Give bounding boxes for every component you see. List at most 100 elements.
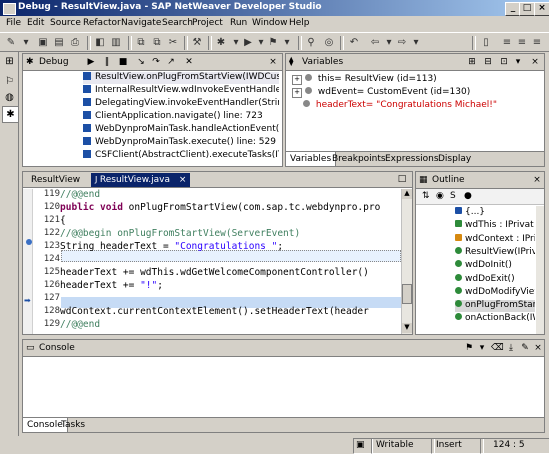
document-icon[interactable]: ▯ [479,36,493,50]
show-type-icon[interactable]: ⊞ [466,56,478,68]
forward-icon[interactable]: ⇨ [395,36,409,50]
dropdown-icon[interactable]: ▾ [382,36,396,50]
pin-icon[interactable]: ✎ [519,342,531,354]
close-view-icon[interactable]: × [267,56,279,68]
new-icon[interactable]: ✎ [4,36,18,50]
close-view-icon[interactable]: × [529,56,541,68]
hide-static-icon[interactable]: S [450,191,456,201]
code-line[interactable]: wdContext.currentContextElement().setHea… [60,306,396,317]
code-line[interactable]: public void onPlugFromStartView(com.sap.… [60,202,396,213]
menu-navigate[interactable]: Navigate [121,18,161,28]
print-icon[interactable]: ⎙ [68,36,82,50]
debug-icon[interactable]: ✱ [214,36,228,50]
scroll-down-icon[interactable]: ▼ [402,323,412,333]
menu-refactor[interactable]: Refactor [83,18,121,28]
java-perspective-icon[interactable]: ⚐ [2,74,17,89]
stack-frame-row[interactable]: ResultView.onPlugFromStartView(IWDCustom… [83,72,279,84]
outline-item[interactable]: onActionBack(IW [455,313,535,325]
dropdown-icon[interactable]: ▾ [280,36,294,50]
code-line[interactable]: headerText += "!"; [60,280,396,291]
clear-console-icon[interactable]: ⌫ [491,342,504,354]
dropdown-icon[interactable]: ▾ [19,36,33,50]
dropdown-icon[interactable]: ▾ [476,342,488,354]
stack-frame-row[interactable]: ClientApplication.navigate() line: 723 [83,111,279,123]
step-into-icon[interactable]: ↘ [135,56,147,68]
open-perspective-icon[interactable]: ⊞ [2,54,17,69]
code-line[interactable]: headerText += wdThis.wdGetWelcomeCompone… [60,267,396,278]
expand-icon[interactable]: + [292,75,302,85]
run-icon[interactable]: ▶ [241,36,255,50]
close-view-icon[interactable]: × [531,174,543,186]
close-button[interactable]: × [534,2,549,16]
scroll-lock-icon[interactable]: ⤓ [505,342,517,354]
code-line[interactable]: //@@begin onPlugFromStartView(ServerEven… [60,228,396,239]
external-tools-icon[interactable]: ⚑ [266,36,280,50]
menu-search[interactable]: Search [162,18,193,28]
close-view-icon[interactable]: × [532,342,544,354]
outline-item[interactable]: ResultView(IPriv [455,246,535,259]
outline-item[interactable]: wdDoModifyView [455,286,535,299]
breakpoint-icon[interactable] [26,239,32,245]
outline-item[interactable]: wdContext : IPri [455,233,535,246]
stack-frame-row[interactable]: InternalResultView.wdInvokeEventHandler(… [83,85,279,97]
scroll-up-icon[interactable]: ▲ [402,189,412,199]
stack-frame-row[interactable]: DelegatingView.invokeEventHandler(String… [83,98,279,110]
view-menu-icon[interactable]: ▾ [512,56,524,68]
save-icon[interactable]: ▣ [36,36,50,50]
deploy-icon[interactable]: ◎ [322,36,336,50]
search-icon[interactable]: ⚲ [304,36,318,50]
outline-item[interactable]: wdDoInit() [455,260,535,272]
outline-item[interactable]: wdThis : IPrivat [455,220,535,232]
dropdown-icon[interactable]: ▾ [409,36,423,50]
code-line[interactable]: { [60,215,396,226]
tab-display[interactable]: Display [434,152,475,166]
hide-fields-icon[interactable]: ◉ [436,191,444,201]
open-type-icon[interactable]: ◧ [93,36,107,50]
step-return-icon[interactable]: ↗ [165,56,177,68]
menu-help[interactable]: Help [289,18,310,28]
save-all-icon[interactable]: ▤ [52,36,66,50]
code-line[interactable]: //@@end [60,189,396,200]
last-edit-icon[interactable]: ↶ [347,36,361,50]
code-line[interactable]: //@@end [60,319,396,330]
collapse-all-icon[interactable]: ⊡ [498,56,510,68]
menu-window[interactable]: Window [252,18,288,28]
vertical-scrollbar[interactable]: ▲ ▼ [401,189,412,334]
menu-source[interactable]: Source [50,18,81,28]
outline-item[interactable]: wdDoExit() [455,273,535,286]
close-tab-icon[interactable]: × [179,175,187,185]
stack-frame-row[interactable]: WebDynproMainTask.execute() line: 529 [83,137,279,149]
clear-icon[interactable]: ✕ [183,56,195,68]
tab-resultview-java[interactable]: J ResultView.java × [91,173,191,187]
menu-file[interactable]: File [6,18,21,28]
maximize-editor-icon[interactable]: □ [396,174,408,186]
stack-frame-row[interactable]: WebDynproMainTask.handleActionEvent(Clie… [83,124,279,136]
sort-icon[interactable]: ⇅ [422,191,430,201]
suspend-icon[interactable]: ‖ [101,56,113,68]
tab-tasks[interactable]: Tasks [57,418,89,432]
scroll-thumb[interactable] [402,284,412,304]
terminate-icon[interactable]: ■ [117,56,129,68]
toggle-icon[interactable]: ≡ [515,36,529,50]
tool-icon[interactable]: ⚒ [190,36,204,50]
outline-item[interactable]: {...} [455,207,535,219]
paste-icon[interactable]: ⧉ [150,36,164,50]
back-icon[interactable]: ⇦ [368,36,382,50]
webdynpro-perspective-icon[interactable]: ◍ [2,90,17,105]
copy-icon[interactable]: ⧉ [134,36,148,50]
menu-edit[interactable]: Edit [27,18,44,28]
outline-scrollbar[interactable] [536,206,544,334]
variable-row[interactable]: + wdEvent= CustomEvent (id=130) [292,87,542,99]
code-line[interactable]: String headerText = "Congratulations "; [60,241,396,252]
variable-row[interactable]: + this= ResultView (id=113) [292,74,542,86]
show-logical-icon[interactable]: ⊟ [482,56,494,68]
toggle-icon[interactable]: ≡ [500,36,514,50]
menu-project[interactable]: Project [192,18,223,28]
hide-nonpublic-icon[interactable]: ● [464,191,472,201]
step-over-icon[interactable]: ↷ [150,56,162,68]
menu-run[interactable]: Run [230,18,247,28]
cut-icon[interactable]: ✂ [166,36,180,50]
console-run-icon[interactable]: ⚑ [463,342,475,354]
toggle-icon[interactable]: ≡ [530,36,544,50]
open-file-icon[interactable]: ▥ [109,36,123,50]
